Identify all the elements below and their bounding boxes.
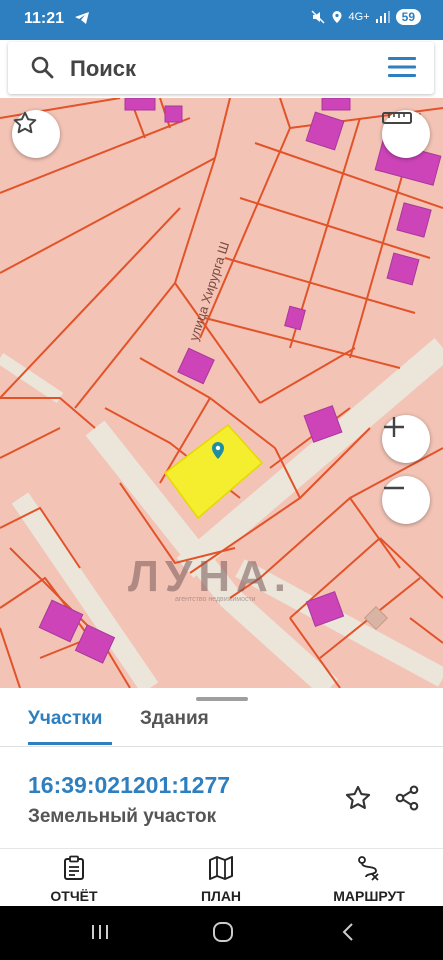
- share-icon: [395, 785, 419, 811]
- route-button[interactable]: МАРШРУТ: [309, 855, 429, 904]
- map-view[interactable]: улица Хирурга Ш ЛУНА. агентство недвижим…: [0, 98, 443, 688]
- status-icons: 4G+ 59: [311, 9, 421, 25]
- share-button[interactable]: [393, 784, 421, 817]
- plus-icon: [384, 417, 404, 437]
- minus-icon: [384, 486, 404, 490]
- plan-label: ПЛАН: [200, 888, 242, 904]
- signal-icon: [375, 11, 390, 23]
- ruler-button[interactable]: [382, 110, 430, 158]
- tab-buildings[interactable]: Здания: [140, 708, 209, 730]
- back-icon[interactable]: [338, 920, 358, 949]
- star-icon: [345, 785, 371, 809]
- bottom-action-bar: ОТЧЁТ ПЛАН МАРШРУТ: [0, 848, 443, 907]
- add-favorite-button[interactable]: [344, 784, 372, 817]
- report-label: ОТЧЁТ: [50, 888, 98, 904]
- star-icon: [13, 111, 37, 134]
- battery-badge: 59: [395, 9, 421, 25]
- home-icon[interactable]: [211, 920, 235, 949]
- cadastral-number[interactable]: 16:39:021201:1277: [28, 772, 230, 799]
- map-icon: [209, 856, 233, 880]
- parcel-type: Земельный участок: [28, 806, 217, 827]
- report-button[interactable]: ОТЧЁТ: [14, 855, 134, 904]
- watermark-logo: ЛУНА.: [128, 552, 293, 601]
- telegram-icon: [74, 11, 90, 30]
- plan-button[interactable]: ПЛАН: [161, 855, 281, 904]
- status-time: 11:21: [24, 10, 65, 27]
- search-bar[interactable]: Поиск: [8, 42, 434, 94]
- tab-parcels[interactable]: Участки: [28, 708, 102, 730]
- watermark-subtext: агентство недвижимости: [175, 596, 256, 603]
- search-icon[interactable]: [30, 55, 54, 84]
- route-label: МАРШРУТ: [333, 888, 405, 904]
- location-icon: [332, 11, 342, 23]
- recent-apps-icon[interactable]: [90, 920, 110, 949]
- zoom-in-button[interactable]: [382, 415, 430, 463]
- drag-handle[interactable]: [196, 697, 248, 701]
- favorite-map-button[interactable]: [12, 110, 60, 158]
- active-tab-indicator: [28, 742, 112, 745]
- tab-bar: Участки Здания: [0, 704, 443, 747]
- mute-icon: [311, 10, 325, 24]
- zoom-out-button[interactable]: [382, 476, 430, 524]
- system-nav-bar: [0, 906, 443, 960]
- search-input[interactable]: Поиск: [70, 56, 136, 82]
- route-icon: [358, 856, 379, 881]
- network-type: 4G+: [348, 11, 370, 23]
- status-bar: 11:21 4G+ 59: [0, 0, 443, 40]
- ruler-icon: [382, 112, 412, 124]
- report-icon: [64, 855, 84, 880]
- unregistered-building: [363, 605, 389, 631]
- hamburger-menu-icon[interactable]: [388, 57, 416, 82]
